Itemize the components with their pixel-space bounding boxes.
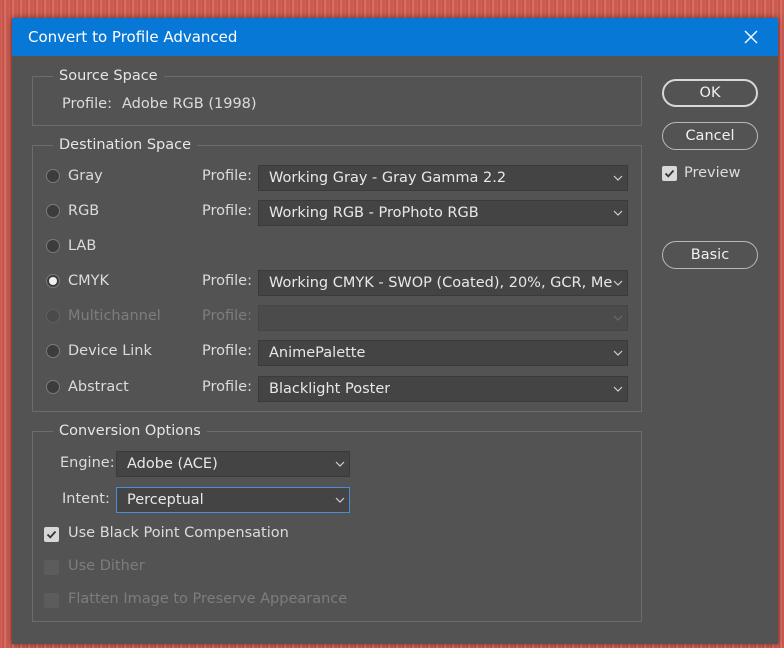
gray-profile-label: Profile: [202,168,252,184]
device-link-profile-label: Profile: [202,343,252,359]
preview-checkbox[interactable] [662,166,677,181]
convert-to-profile-dialog: Convert to Profile Advanced Source Space… [12,18,778,644]
radio-cmyk-label: CMYK [68,273,110,289]
cmyk-profile-select[interactable]: Working CMYK - SWOP (Coated), 20%, GCR, … [258,270,628,296]
multichannel-profile-select[interactable] [258,305,628,331]
radio-lab[interactable] [46,239,60,253]
radio-abstract[interactable] [46,380,60,394]
gray-profile-value: Working Gray - Gray Gamma 2.2 [269,170,507,186]
close-button[interactable] [734,22,768,52]
rgb-profile-label: Profile: [202,203,252,219]
chevron-down-icon [613,350,623,356]
rgb-profile-select[interactable]: Working RGB - ProPhoto RGB [258,200,628,226]
cmyk-profile-value: Working CMYK - SWOP (Coated), 20%, GCR, … [269,275,613,291]
black-point-label: Use Black Point Compensation [68,525,289,541]
chevron-down-icon [335,461,345,467]
chevron-down-icon [613,280,623,286]
rgb-profile-value: Working RGB - ProPhoto RGB [269,205,479,221]
title-bar: Convert to Profile Advanced [12,18,778,56]
multichannel-profile-label: Profile: [202,308,252,324]
cancel-button[interactable]: Cancel [662,122,758,150]
source-profile-value: Adobe RGB (1998) [122,96,257,112]
radio-device-link-label: Device Link [68,343,152,359]
intent-select[interactable]: Perceptual [116,487,350,513]
radio-multichannel[interactable] [46,309,60,323]
device-link-profile-value: AnimePalette [269,345,366,361]
checkmark-icon [46,530,57,539]
engine-value: Adobe (ACE) [127,456,218,472]
chevron-down-icon [613,315,623,321]
preview-label: Preview [684,165,741,181]
radio-abstract-label: Abstract [68,379,129,395]
chevron-down-icon [613,175,623,181]
checkmark-icon [664,169,675,178]
abstract-profile-select[interactable]: Blacklight Poster [258,376,628,402]
flatten-label: Flatten Image to Preserve Appearance [68,591,348,607]
chevron-down-icon [613,210,623,216]
dither-checkbox[interactable] [44,560,59,575]
window-title: Convert to Profile Advanced [28,28,238,46]
engine-label: Engine: [60,455,115,471]
source-space-legend: Source Space [59,68,158,84]
abstract-profile-label: Profile: [202,379,252,395]
dither-label: Use Dither [68,558,145,574]
destination-space-legend: Destination Space [59,137,192,153]
radio-gray[interactable] [46,169,60,183]
radio-gray-label: Gray [68,168,103,184]
intent-value: Perceptual [127,492,204,508]
radio-lab-label: LAB [68,238,97,254]
black-point-checkbox[interactable] [44,527,59,542]
intent-label: Intent: [62,491,110,507]
device-link-profile-select[interactable]: AnimePalette [258,340,628,366]
radio-rgb[interactable] [46,204,60,218]
radio-multichannel-label: Multichannel [68,308,161,324]
gray-profile-select[interactable]: Working Gray - Gray Gamma 2.2 [258,165,628,191]
source-profile-label: Profile: [62,96,112,112]
cmyk-profile-label: Profile: [202,273,252,289]
conversion-options-legend: Conversion Options [59,423,201,439]
basic-button[interactable]: Basic [662,241,758,269]
radio-rgb-label: RGB [68,203,100,219]
chevron-down-icon [613,386,623,392]
engine-select[interactable]: Adobe (ACE) [116,451,350,477]
chevron-down-icon [335,497,345,503]
abstract-profile-value: Blacklight Poster [269,381,391,397]
flatten-checkbox[interactable] [44,593,59,608]
radio-cmyk[interactable] [46,274,60,288]
close-icon [744,30,758,44]
ok-button[interactable]: OK [662,79,758,107]
radio-device-link[interactable] [46,344,60,358]
